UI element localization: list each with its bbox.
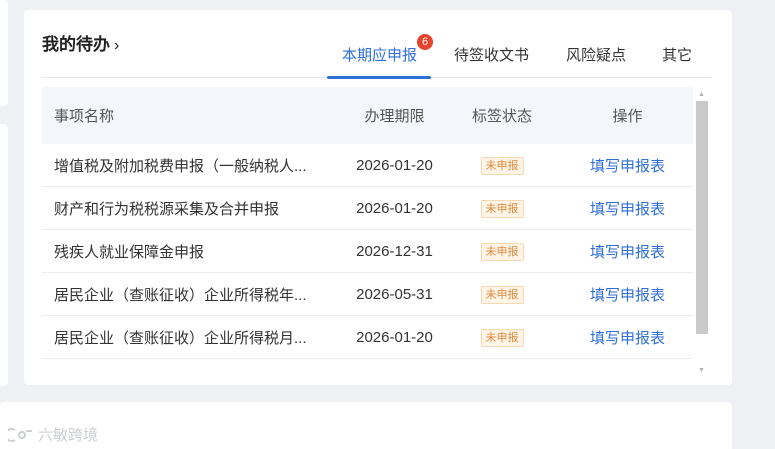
watermark-text: 六敏跨境 xyxy=(38,427,99,444)
status-badge: 未申报 xyxy=(480,156,524,175)
watermark-logo-icon xyxy=(8,427,32,442)
header-item-name: 事项名称 xyxy=(54,108,115,125)
item-name: 增值税及附加税费申报（一般纳税人... xyxy=(54,157,307,175)
table-row: 增值税及附加税费申报（一般纳税人... 2026-01-20 未申报 填写申报表 xyxy=(42,144,693,187)
item-name: 居民企业（查账征收）企业所得税月... xyxy=(54,329,307,347)
tab-other[interactable]: 其它 xyxy=(662,44,692,78)
item-name: 财产和行为税税源采集及合并申报 xyxy=(54,200,280,218)
status-badge: 未申报 xyxy=(480,199,524,218)
tab-label: 其它 xyxy=(662,47,693,64)
header-deadline: 办理期限 xyxy=(364,108,425,125)
table-row: 居民企业（查账征收）企业所得税年... 2026-05-31 未申报 填写申报表 xyxy=(42,273,693,316)
table-row-partial xyxy=(42,359,693,373)
table-scrollbar[interactable]: ▲ ▼ xyxy=(696,87,708,375)
status-badge: 未申报 xyxy=(480,328,524,347)
item-deadline: 2026-01-20 xyxy=(356,199,433,217)
tab-label: 待签收文书 xyxy=(454,47,530,64)
header-status: 标签状态 xyxy=(471,108,532,125)
fill-declaration-link[interactable]: 填写申报表 xyxy=(590,244,665,261)
todo-tabs: 本期应申报 6 待签收文书 风险疑点 其它 xyxy=(42,34,711,79)
table-row: 居民企业（查账征收）企业所得税月... 2026-01-20 未申报 填写申报表 xyxy=(42,316,693,359)
item-name: 居民企业（查账征收）企业所得税年... xyxy=(54,286,307,304)
tab-pending-documents[interactable]: 待签收文书 xyxy=(454,44,529,78)
item-name: 残疾人就业保障金申报 xyxy=(54,243,205,261)
tab-current-period-filing[interactable]: 本期应申报 6 xyxy=(326,34,434,79)
table-row: 残疾人就业保障金申报 2026-12-31 未申报 填写申报表 xyxy=(42,230,693,273)
table-header: 事项名称 办理期限 标签状态 操作 xyxy=(42,87,693,144)
status-badge: 未申报 xyxy=(480,242,524,261)
scroll-up-arrow-icon[interactable]: ▲ xyxy=(698,91,705,99)
fill-declaration-link[interactable]: 填写申报表 xyxy=(590,158,665,175)
watermark: 六敏跨境 xyxy=(8,424,98,445)
todo-card: 我的待办 › 本期应申报 6 待签收文书 风险疑点 其它 事项名称 办理期限 标签… xyxy=(24,10,732,385)
item-deadline: 2026-01-20 xyxy=(356,156,433,174)
todo-table: 事项名称 办理期限 标签状态 操作 增值税及附加税费申报（一般纳税人... 20… xyxy=(42,87,693,373)
tab-label: 本期应申报 xyxy=(342,47,418,64)
status-badge: 未申报 xyxy=(480,285,524,304)
scroll-thumb[interactable] xyxy=(696,101,708,334)
fill-declaration-link[interactable]: 填写申报表 xyxy=(590,330,665,347)
count-badge: 6 xyxy=(417,34,434,50)
left-panel-middle xyxy=(0,124,8,386)
right-background xyxy=(740,0,775,449)
left-panel-top xyxy=(0,0,8,106)
fill-declaration-link[interactable]: 填写申报表 xyxy=(590,287,665,304)
tab-risk-doubts[interactable]: 风险疑点 xyxy=(566,44,626,78)
item-deadline: 2026-12-31 xyxy=(356,242,433,260)
tab-label: 风险疑点 xyxy=(566,47,627,64)
header-action: 操作 xyxy=(612,108,643,125)
item-deadline: 2026-01-20 xyxy=(356,328,433,346)
fill-declaration-link[interactable]: 填写申报表 xyxy=(590,201,665,218)
scroll-down-arrow-icon[interactable]: ▼ xyxy=(698,367,705,375)
table-row: 财产和行为税税源采集及合并申报 2026-01-20 未申报 填写申报表 xyxy=(42,187,693,230)
bottom-panel xyxy=(0,402,732,449)
item-deadline: 2026-05-31 xyxy=(356,285,433,303)
